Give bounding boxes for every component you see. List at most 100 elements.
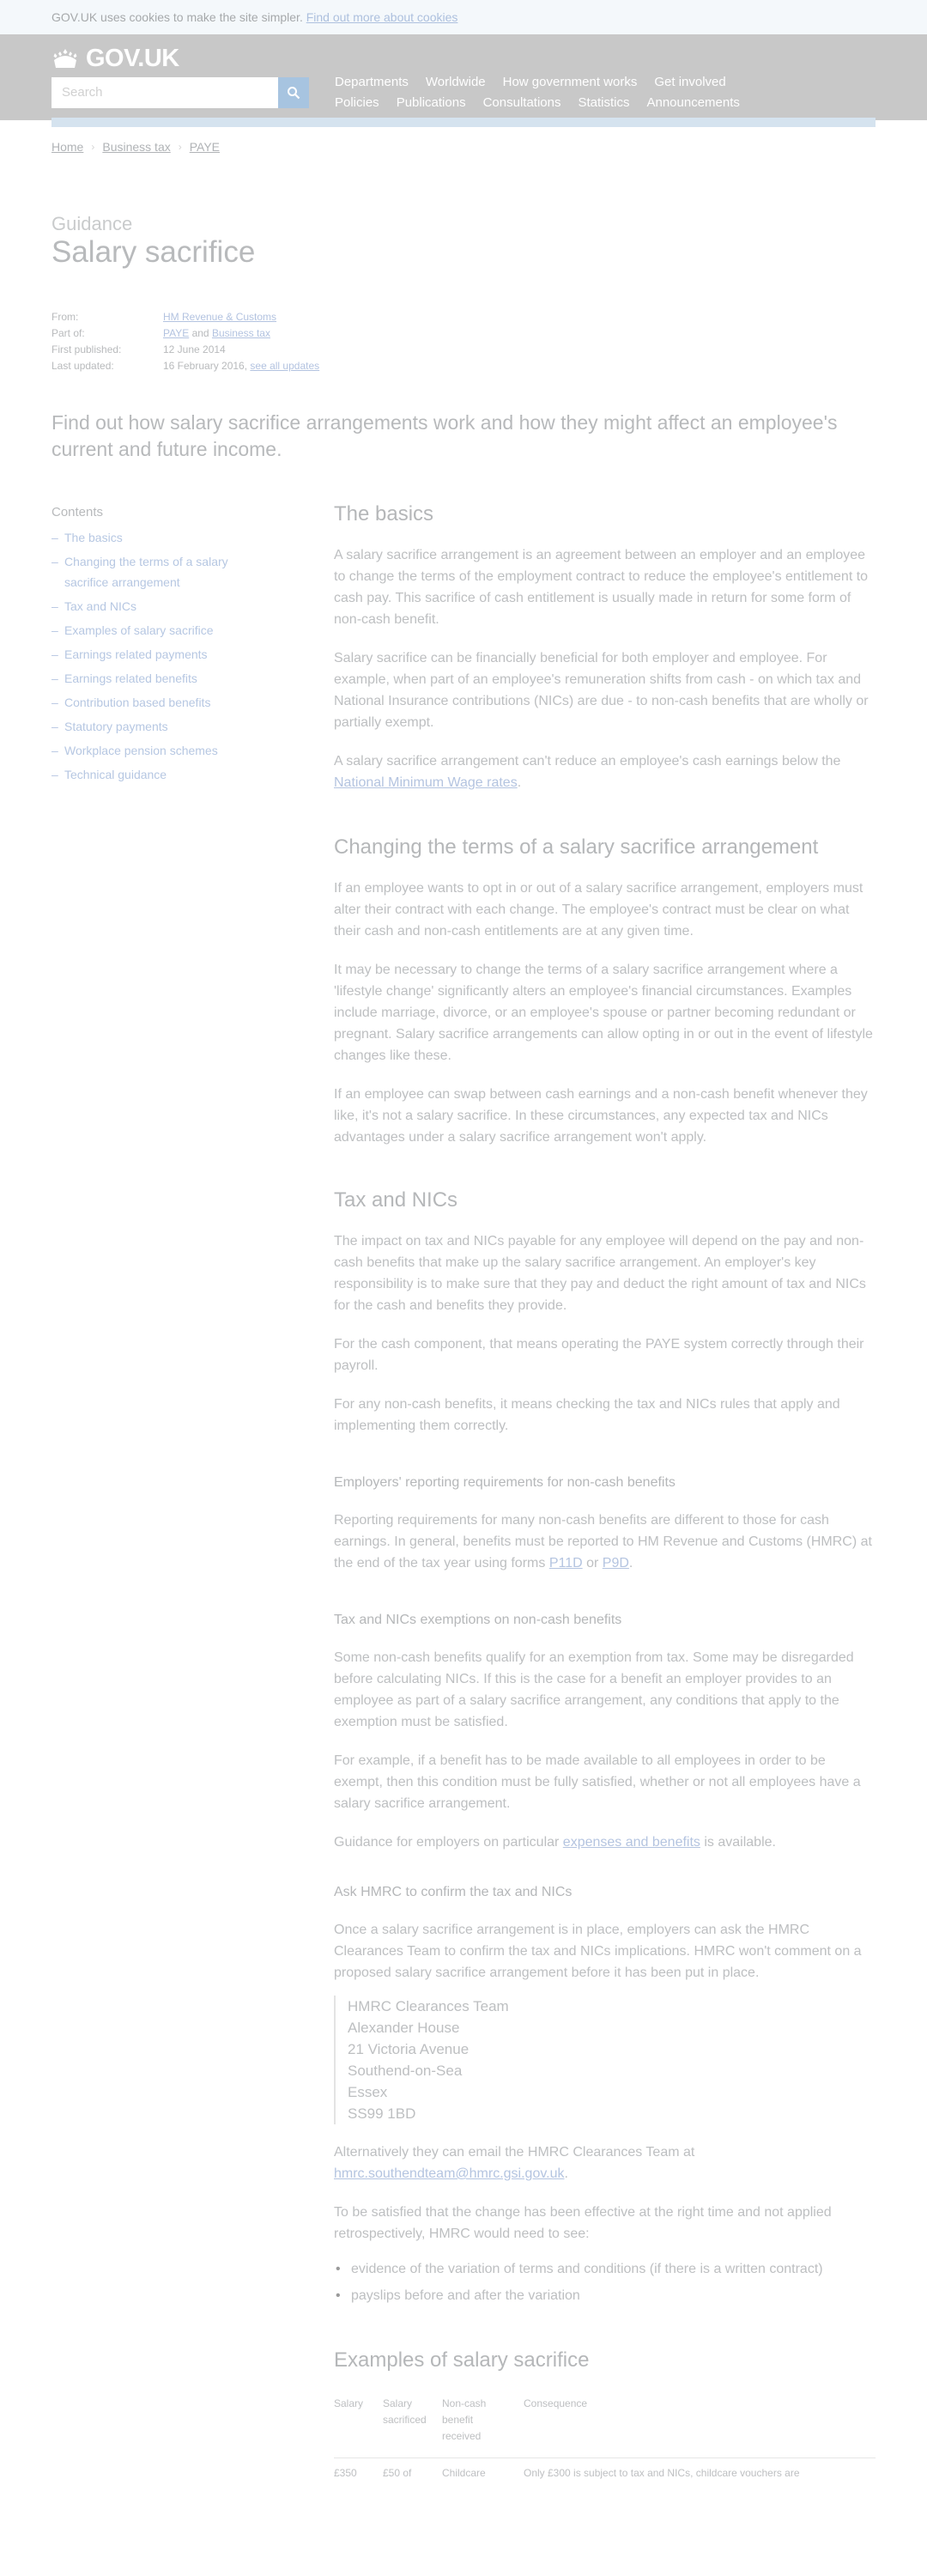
- contents-link-changing-terms[interactable]: Changing the terms of a salary sacrifice…: [64, 551, 275, 592]
- paragraph: Guidance for employers on particular exp…: [334, 1835, 776, 1850]
- cookie-info-link[interactable]: Find out more about cookies: [306, 10, 458, 24]
- breadcrumb-home[interactable]: Home: [52, 140, 83, 154]
- breadcrumb-paye[interactable]: PAYE: [190, 140, 220, 154]
- paragraph: For any non-cash benefits, it means chec…: [334, 1397, 840, 1433]
- subheading-exemptions: Tax and NICs exemptions on non-cash bene…: [334, 1613, 622, 1627]
- expenses-and-benefits-link[interactable]: expenses and benefits: [563, 1835, 700, 1850]
- contents-link-earnings-payments[interactable]: Earnings related payments: [64, 644, 208, 665]
- paragraph: If an employee wants to opt in or out of…: [334, 881, 863, 939]
- breadcrumb-business-tax[interactable]: Business tax: [102, 140, 170, 154]
- paragraph: Reporting requirements for many non-cash…: [334, 1513, 872, 1571]
- paragraph: Alternatively they can email the HMRC Cl…: [334, 2145, 695, 2181]
- paragraph: For the cash component, that means opera…: [334, 1337, 864, 1373]
- contents-link-pension-schemes[interactable]: Workplace pension schemes: [64, 740, 218, 761]
- table-cell: £50 of: [383, 2466, 412, 2479]
- paragraph: A salary sacrifice arrangement can't red…: [334, 754, 841, 790]
- section-heading-changing-terms: Changing the terms of a salary sacrifice…: [334, 835, 819, 859]
- meta-part-of-label: Part of:: [52, 327, 85, 339]
- meta-from-label: From:: [52, 311, 79, 323]
- contents-item: – The basics: [52, 527, 275, 548]
- table-row: £350 £50 of Childcare Only £300 is subje…: [334, 2458, 876, 2482]
- contents-item: – Changing the terms of a salary sacrific…: [52, 551, 275, 592]
- cookie-banner-text: GOV.UK uses cookies to make the site sim…: [52, 10, 303, 24]
- govuk-logo-text: GOV.UK: [86, 45, 179, 72]
- publication-metadata: From: HM Revenue & Customs Part of: PAYE…: [52, 309, 319, 374]
- contents-link-earnings-benefits[interactable]: Earnings related benefits: [64, 668, 197, 689]
- paragraph: To be satisfied that the change has been…: [334, 2205, 832, 2241]
- contents-link-the-basics[interactable]: The basics: [64, 527, 123, 548]
- contents-heading: Contents: [52, 505, 104, 519]
- search-button[interactable]: [278, 77, 309, 108]
- table-cell: Childcare: [442, 2466, 486, 2479]
- meta-first-published-value: 12 June 2014: [163, 343, 226, 355]
- table-cell: £350: [334, 2466, 357, 2479]
- page-kicker: Guidance: [52, 213, 133, 234]
- meta-part-of-and: and: [189, 327, 212, 339]
- subheading-ask-hmrc: Ask HMRC to confirm the tax and NICs: [334, 1885, 573, 1899]
- nav-departments[interactable]: Departments: [335, 75, 409, 90]
- contents-item: – Technical guidance: [52, 764, 275, 785]
- meta-part-of-paye-link[interactable]: PAYE: [163, 327, 189, 339]
- contents-item: – Tax and NICs: [52, 596, 275, 617]
- contents-item: – Earnings related benefits: [52, 668, 275, 689]
- column-header-salary: Salary: [334, 2396, 383, 2458]
- breadcrumb: Home › Business tax › PAYE: [52, 140, 220, 154]
- page-summary: Find out how salary sacrifice arrangemen…: [52, 411, 838, 460]
- column-header-salary-sacrificed: Salary sacrificed: [383, 2396, 442, 2458]
- nav-consultations[interactable]: Consultations: [483, 95, 561, 111]
- paragraph: If an employee can swap between cash ear…: [334, 1087, 868, 1145]
- section-heading-examples: Examples of salary sacrifice: [334, 2348, 590, 2372]
- main-navigation: Departments Worldwide How government wor…: [335, 75, 740, 116]
- nav-worldwide[interactable]: Worldwide: [426, 75, 486, 90]
- paragraph: Salary sacrifice can be financially bene…: [334, 651, 869, 730]
- see-all-updates-link[interactable]: see all updates: [250, 360, 319, 372]
- nav-policies[interactable]: Policies: [335, 95, 379, 111]
- paragraph: The impact on tax and NICs payable for a…: [334, 1234, 866, 1313]
- table-header-row: Salary Salary sacrificed Non-cash benefi…: [334, 2396, 876, 2458]
- contents-link-examples[interactable]: Examples of salary sacrifice: [64, 620, 214, 641]
- site-header: GOV.UK Search Departments Worldwide How …: [0, 34, 927, 120]
- meta-part-of-business-tax-link[interactable]: Business tax: [212, 327, 270, 339]
- contents-link-statutory-payments[interactable]: Statutory payments: [64, 716, 168, 737]
- crown-icon: [53, 48, 77, 68]
- search-input[interactable]: Search: [52, 77, 278, 108]
- nav-announcements[interactable]: Announcements: [646, 95, 739, 111]
- meta-last-updated-label: Last updated:: [52, 360, 114, 372]
- hmrc-email-link[interactable]: hmrc.southendteam@hmrc.gsi.gov.uk: [334, 2166, 565, 2181]
- search-form: Search: [52, 77, 309, 108]
- contents-link-technical-guidance[interactable]: Technical guidance: [64, 764, 167, 785]
- column-header-non-cash-benefit: Non-cash benefit received: [442, 2396, 524, 2458]
- p11d-form-link[interactable]: P11D: [549, 1556, 583, 1571]
- list-item: evidence of the variation of terms and c…: [334, 2258, 876, 2280]
- header-divider-bar: [52, 118, 876, 127]
- nav-get-involved[interactable]: Get involved: [654, 75, 725, 90]
- guide-body: The basics A salary sacrifice arrangemen…: [334, 501, 876, 2482]
- nav-statistics[interactable]: Statistics: [578, 95, 629, 111]
- contents-item: – Contribution based benefits: [52, 692, 275, 713]
- contents-link-contribution-benefits[interactable]: Contribution based benefits: [64, 692, 210, 713]
- paragraph: For example, if a benefit has to be made…: [334, 1753, 861, 1811]
- govuk-logo[interactable]: GOV.UK: [52, 45, 179, 73]
- paragraph: It may be necessary to change the terms …: [334, 963, 873, 1063]
- meta-first-published-label: First published:: [52, 343, 122, 355]
- contents-list: Contents – The basics – Changing the terms…: [52, 505, 275, 788]
- chevron-right-icon: ›: [178, 141, 182, 153]
- contents-link-tax-and-nics[interactable]: Tax and NICs: [64, 596, 136, 617]
- hmrc-address: HMRC Clearances Team Alexander House 21 …: [334, 1996, 876, 2124]
- chevron-right-icon: ›: [91, 141, 95, 153]
- national-minimum-wage-link[interactable]: National Minimum Wage rates: [334, 775, 518, 790]
- meta-from-link[interactable]: HM Revenue & Customs: [163, 309, 276, 325]
- nav-how-government-works[interactable]: How government works: [503, 75, 638, 90]
- p9d-form-link[interactable]: P9D: [603, 1556, 629, 1571]
- paragraph: Once a salary sacrifice arrangement is i…: [334, 1923, 862, 1980]
- magnifier-icon: [288, 87, 300, 100]
- cookie-banner: GOV.UK uses cookies to make the site sim…: [0, 0, 927, 34]
- section-heading-tax-and-nics: Tax and NICs: [334, 1188, 458, 1212]
- meta-last-updated-value: 16 February 2016,: [163, 360, 251, 372]
- subheading-reporting-requirements: Employers' reporting requirements for no…: [334, 1475, 676, 1490]
- table-cell: Only £300 is subject to tax and NICs, ch…: [524, 2466, 800, 2479]
- contents-item: – Statutory payments: [52, 716, 275, 737]
- page-title: Salary sacrifice: [52, 235, 256, 269]
- nav-publications[interactable]: Publications: [397, 95, 466, 111]
- evidence-list: evidence of the variation of terms and c…: [334, 2258, 876, 2306]
